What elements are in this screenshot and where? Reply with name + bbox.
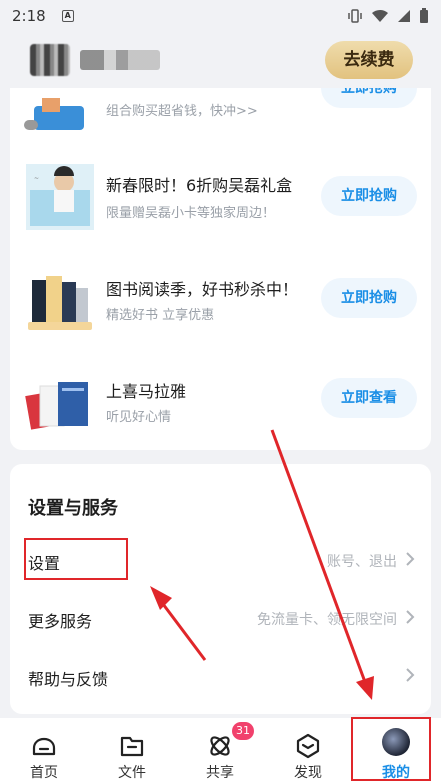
tab-label: 文件 <box>118 765 146 781</box>
settings-services-card: 设置与服务 设置 账号、退出 更多服务 免流量卡、领无限空间 帮助与反馈 <box>10 464 431 714</box>
notification-a-icon: A <box>61 10 74 22</box>
chevron-right-icon <box>406 552 415 566</box>
me-tab-highlight-box <box>351 717 431 781</box>
user-name <box>80 50 160 70</box>
tab-home[interactable]: 首页 <box>0 718 88 784</box>
promo-thumbnail: ~ <box>24 160 96 230</box>
buy-now-button[interactable]: 立即抢购 <box>321 278 417 318</box>
user-avatar[interactable] <box>30 44 70 76</box>
promo-row[interactable]: 组合购买超省钱，快冲>> 立即抢购 <box>10 88 431 138</box>
home-icon <box>32 737 56 756</box>
svg-text:~: ~ <box>34 175 39 182</box>
setting-hint: 账号、退出 <box>327 554 397 570</box>
renew-button[interactable]: 去续费 <box>325 41 413 79</box>
setting-hint: 免流量卡、领无限空间 <box>257 612 397 628</box>
settings-item-help-feedback[interactable]: 帮助与反馈 <box>10 656 431 696</box>
chevron-right-icon <box>406 668 415 682</box>
share-icon <box>210 736 230 756</box>
promo-thumbnail <box>24 266 96 336</box>
vibrate-icon <box>347 8 363 28</box>
setting-label: 帮助与反馈 <box>28 670 109 689</box>
setting-label: 更多服务 <box>28 612 93 631</box>
folder-icon <box>120 736 144 757</box>
tab-share[interactable]: 31 共享 <box>176 718 264 784</box>
discover-icon <box>296 733 320 759</box>
profile-header: 去续费 <box>0 32 441 88</box>
signal-icon <box>397 9 411 27</box>
tab-discover[interactable]: 发现 <box>264 718 352 784</box>
settings-highlight-box <box>24 538 128 580</box>
promo-row[interactable]: 上喜马拉雅 听见好心情 立即查看 <box>10 350 431 450</box>
promo-title: 新春限时！6折购吴磊礼盒 <box>106 176 293 195</box>
promo-subtitle: 限量赠吴磊小卡等独家周边！ <box>106 206 276 221</box>
status-bar: 2:18 A <box>0 0 441 32</box>
promo-row[interactable]: ~ 新春限时！6折购吴磊礼盒 限量赠吴磊小卡等独家周边！ 立即抢购 <box>10 138 431 238</box>
tab-label: 首页 <box>30 765 58 781</box>
promo-card: 组合购买超省钱，快冲>> 立即抢购 ~ 新春限时！6折购吴磊礼盒 限量赠吴磊小卡… <box>10 88 431 450</box>
wifi-icon <box>371 9 389 27</box>
tab-label: 共享 <box>206 765 234 781</box>
view-now-button[interactable]: 立即查看 <box>321 378 417 418</box>
promo-subtitle: 听见好心情 <box>106 410 172 425</box>
promo-thumbnail <box>24 368 96 438</box>
promo-subtitle: 精选好书 立享优惠 <box>106 308 215 323</box>
status-icons <box>347 8 429 28</box>
tab-files[interactable]: 文件 <box>88 718 176 784</box>
status-time: 2:18 <box>12 7 46 25</box>
chevron-right-icon <box>406 610 415 624</box>
buy-now-button[interactable]: 立即抢购 <box>321 88 417 108</box>
battery-icon <box>419 8 429 28</box>
promo-subtitle: 组合购买超省钱，快冲>> <box>106 104 258 119</box>
promo-row[interactable]: 图书阅读季，好书秒杀中！ 精选好书 立享优惠 立即抢购 <box>10 248 431 348</box>
tab-label: 发现 <box>294 765 322 781</box>
buy-now-button[interactable]: 立即抢购 <box>321 176 417 216</box>
section-title: 设置与服务 <box>28 498 118 519</box>
settings-item-more-services[interactable]: 更多服务 免流量卡、领无限空间 <box>10 598 431 638</box>
promo-title: 上喜马拉雅 <box>106 382 187 401</box>
promo-title: 图书阅读季，好书秒杀中！ <box>106 280 299 299</box>
share-badge: 31 <box>232 722 254 740</box>
promo-thumbnail <box>24 88 96 138</box>
